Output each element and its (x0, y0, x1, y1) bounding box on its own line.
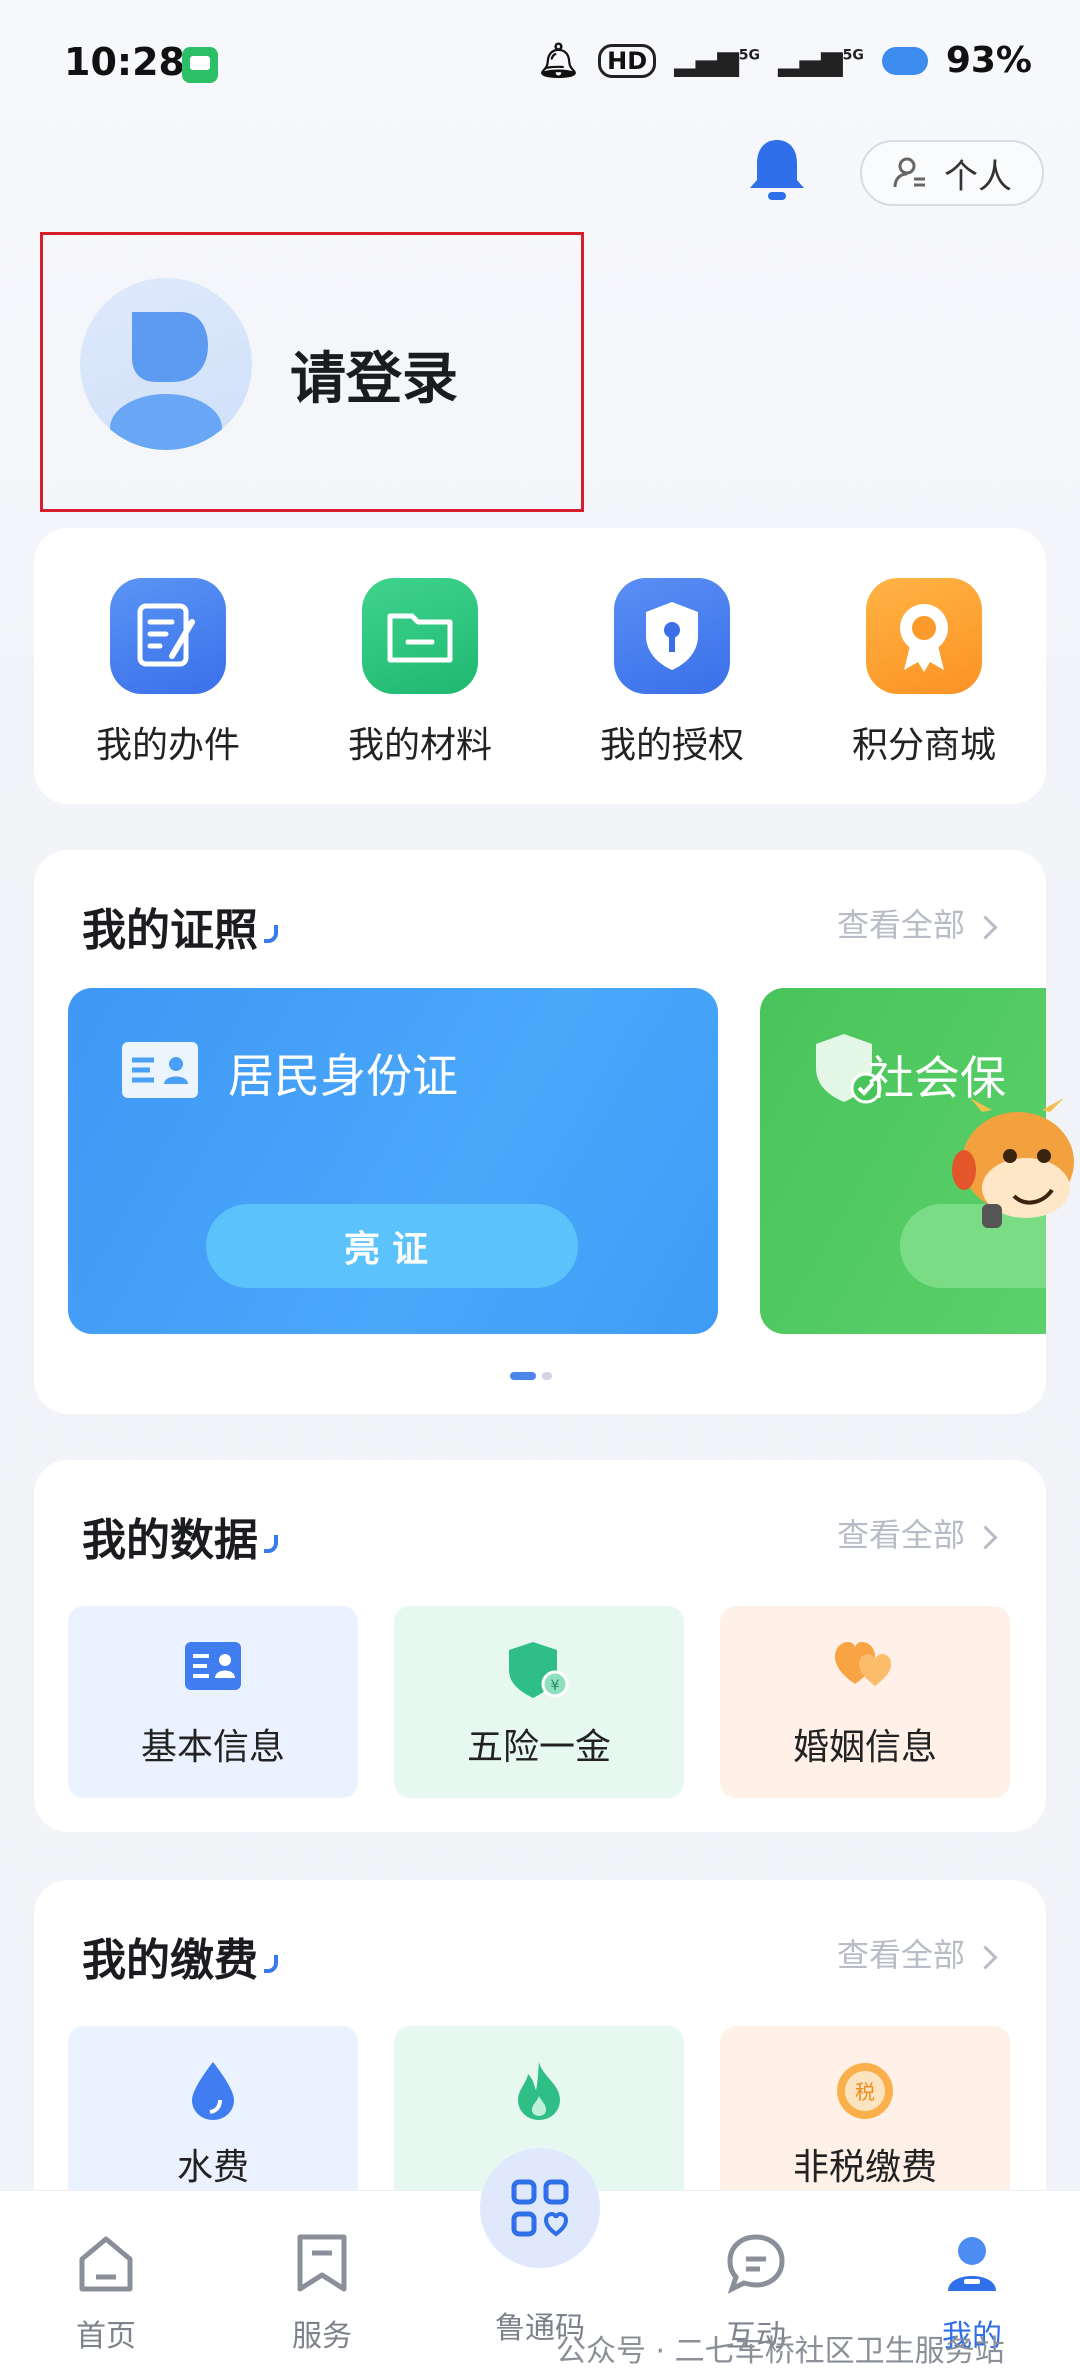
battery-cloud-icon (881, 46, 928, 75)
chevron-right-icon (973, 1525, 998, 1550)
carousel-indicator (510, 1372, 552, 1380)
qr-grid-icon (511, 2179, 569, 2237)
id-card-title: 居民身份证 (228, 1049, 458, 1103)
nav-item-services[interactable]: 服务 (252, 2231, 392, 2355)
data-tile-insurance[interactable]: ¥ 五险一金 (394, 1606, 684, 1798)
status-icons: 🔔︎ HD ▂▄▆5G ▂▄▆5G 93% (537, 40, 1032, 81)
hd-icon: HD (598, 43, 657, 78)
nav-label: 服务 (292, 2319, 352, 2354)
quick-label: 积分商城 (851, 725, 996, 766)
show-certificate-button[interactable]: 亮证 (206, 1204, 578, 1288)
signal-icon-2: ▂▄▆5G (777, 44, 864, 77)
tile-label: 基本信息 (140, 1727, 285, 1768)
section-title-certificates: 我的证照 (82, 894, 278, 958)
message-app-icon (182, 47, 218, 83)
data-tile-marriage[interactable]: 婚姻信息 (720, 1606, 1010, 1798)
status-bar: 10:28 🔔︎ HD ▂▄▆5G ▂▄▆5G 93% (0, 0, 1080, 130)
svg-text:¥: ¥ (551, 1678, 560, 1694)
award-ribbon-icon (866, 578, 982, 694)
login-prompt[interactable]: 请登录 (290, 334, 458, 415)
quick-label: 我的材料 (347, 725, 492, 766)
chevron-right-icon (973, 915, 998, 940)
mascot-assistant-icon[interactable] (952, 1092, 1080, 1260)
alarm-icon: 🔔︎ (536, 40, 581, 81)
tax-coin-icon: 税 (837, 2063, 893, 2119)
nav-label: 首页 (76, 2319, 136, 2354)
folder-icon (362, 578, 478, 694)
tile-label: 非税缴费 (792, 2147, 937, 2188)
nav-item-home[interactable]: 首页 (36, 2231, 176, 2355)
tile-label: 婚姻信息 (792, 1727, 937, 1768)
section-title-payments: 我的缴费 (82, 1924, 278, 1988)
personal-label: 个人 (944, 156, 1012, 197)
insurance-shield-icon: ¥ (509, 1642, 569, 1698)
tile-label: 水费 (176, 2147, 249, 2188)
personal-switch-button[interactable]: 个人 (860, 140, 1044, 206)
signal-icon-1: ▂▄▆5G (674, 44, 760, 77)
my-data-card: 我的数据 查看全部 基本信息 ¥ 五险一金 婚姻信息 (34, 1460, 1046, 1832)
quick-item-my-authorization[interactable]: 我的授权 (572, 578, 772, 768)
quick-item-points-mall[interactable]: 积分商城 (824, 578, 1024, 768)
svg-text:税: 税 (855, 2080, 875, 2104)
user-switch-icon (893, 157, 925, 188)
tile-label: 五险一金 (466, 1727, 611, 1768)
edit-document-icon (110, 578, 226, 694)
id-card-icon (185, 1642, 241, 1690)
avatar[interactable] (80, 278, 252, 450)
notification-bell-icon[interactable] (746, 136, 808, 204)
qr-code-button[interactable] (480, 2148, 600, 2268)
see-all-certificates-link[interactable]: 查看全部 (837, 900, 998, 946)
battery-percent: 93% (945, 40, 1032, 81)
id-card-certificate[interactable]: 居民身份证 亮证 (68, 988, 718, 1334)
status-time: 10:28 (64, 40, 185, 84)
id-card-icon (122, 1042, 198, 1098)
see-all-data-link[interactable]: 查看全部 (837, 1510, 998, 1556)
hearts-icon (835, 1642, 891, 1686)
profile-icon (940, 2231, 1004, 2295)
chat-bubble-icon (724, 2231, 788, 2295)
chevron-right-icon (973, 1945, 998, 1970)
quick-label: 我的办件 (95, 725, 240, 766)
bookmark-icon (290, 2231, 354, 2295)
quick-actions-card: 我的办件 我的材料 我的授权 积分商城 (34, 528, 1046, 804)
see-all-payments-link[interactable]: 查看全部 (837, 1930, 998, 1976)
watermark-text: 公众号 · 二七车桥社区卫生服务站 (556, 2334, 1005, 2369)
water-drop-icon (192, 2062, 234, 2120)
quick-item-my-cases[interactable]: 我的办件 (68, 578, 268, 768)
key-shield-icon (614, 578, 730, 694)
home-icon (74, 2231, 138, 2295)
quick-item-my-materials[interactable]: 我的材料 (320, 578, 520, 768)
data-tile-basic-info[interactable]: 基本信息 (68, 1606, 358, 1798)
section-title-data: 我的数据 (82, 1504, 278, 1568)
flame-icon (518, 2062, 560, 2120)
quick-label: 我的授权 (599, 725, 744, 766)
